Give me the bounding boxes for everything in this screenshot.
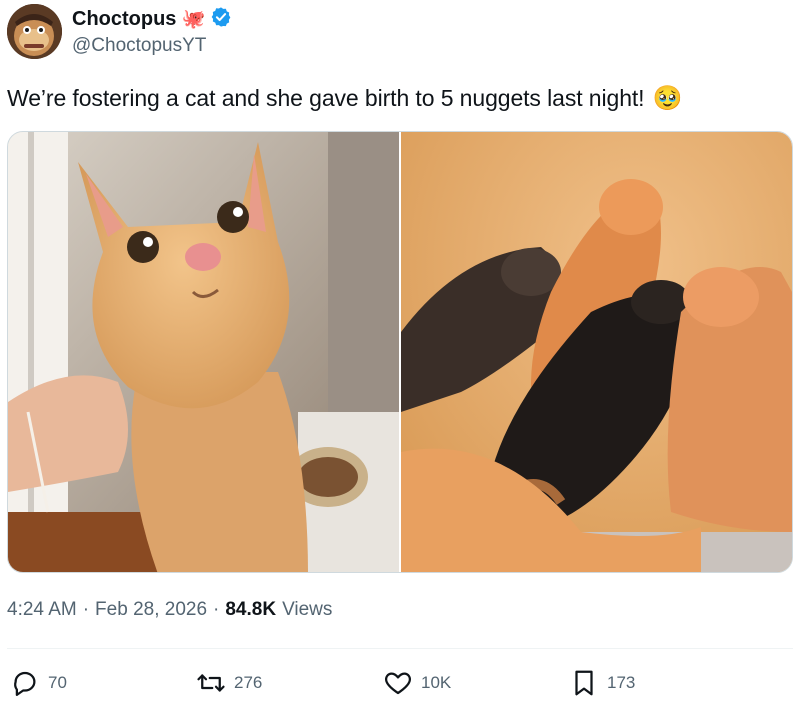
octopus-emoji: 🐙 (181, 9, 206, 30)
like-count: 10K (421, 673, 452, 692)
meta-separator: · (213, 599, 220, 620)
divider (7, 648, 793, 649)
bookmark-button[interactable]: 173 (569, 668, 635, 698)
tweet-text: We’re fostering a cat and she gave birth… (7, 84, 682, 113)
bookmark-icon (569, 668, 599, 698)
verified-badge-icon[interactable] (210, 6, 232, 33)
handle[interactable]: @ChoctopusYT (72, 35, 206, 57)
tweet-body: We’re fostering a cat and she gave birth… (7, 85, 645, 111)
views-label: Views (282, 599, 333, 620)
tweet-time[interactable]: 4:24 AM (7, 599, 77, 621)
repost-count: 276 (234, 673, 263, 692)
reply-icon (10, 668, 40, 698)
like-button[interactable]: 10K (383, 668, 451, 698)
newborn-kittens-photo[interactable] (401, 132, 792, 572)
views-count[interactable]: 84.8K (225, 599, 276, 621)
repost-button[interactable]: 276 (196, 668, 262, 698)
repost-icon (196, 668, 226, 698)
reply-count: 70 (48, 673, 67, 692)
heart-icon (383, 668, 413, 698)
reply-button[interactable]: 70 (10, 668, 67, 698)
pleading-face-emoji: 🥹 (652, 85, 683, 112)
display-name[interactable]: Choctopus (72, 8, 176, 31)
author-name-row[interactable]: Choctopus 🐙 (72, 6, 232, 33)
meta-separator: · (82, 599, 90, 620)
tweet-media[interactable] (7, 131, 793, 573)
orange-cat-photo[interactable] (8, 132, 399, 572)
bookmark-count: 173 (607, 673, 636, 692)
avatar[interactable] (7, 4, 62, 59)
action-bar: 70 276 10K 173 (0, 668, 800, 702)
tweet-meta: 4:24 AM · Feb 28, 2026 · 84.8K Views (7, 599, 332, 621)
tweet-date[interactable]: Feb 28, 2026 (95, 599, 207, 621)
